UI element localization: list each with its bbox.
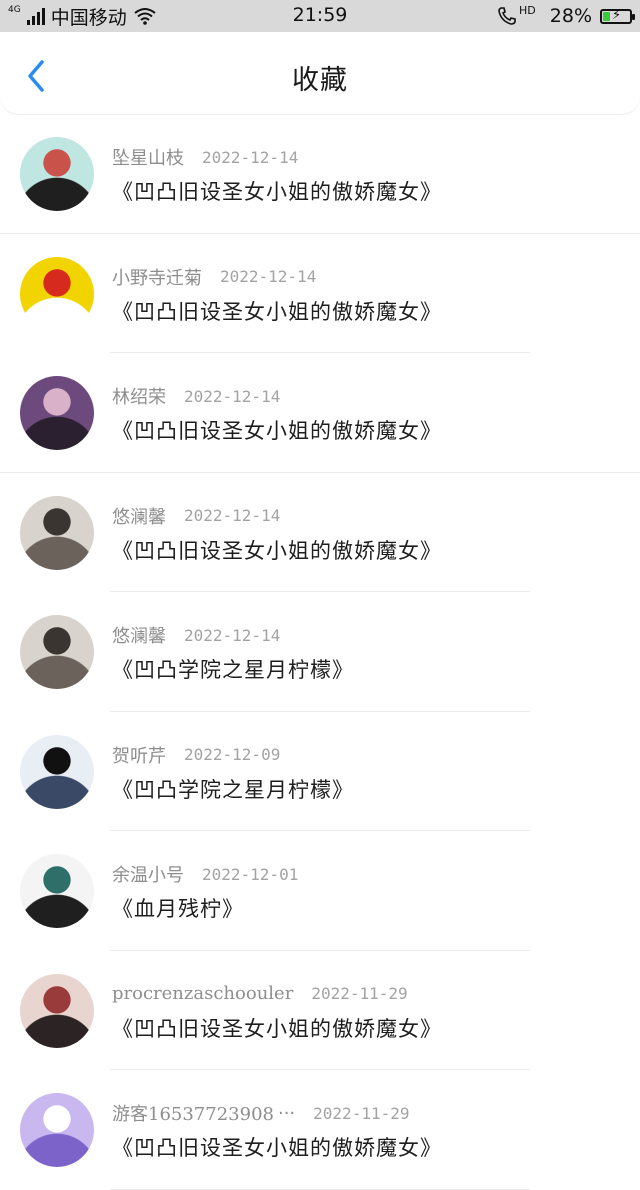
battery-fill <box>603 11 610 21</box>
author-name[interactable]: procrenzaschoouler <box>112 983 293 1004</box>
charging-icon: ⚡ <box>612 7 622 23</box>
favorite-row[interactable]: 坠星山枝 2022-12-14 《凹凸旧设圣女小姐的傲娇魔女》 <box>0 114 640 234</box>
work-title[interactable]: 《凹凸学院之星月柠檬》 <box>112 774 354 804</box>
favorite-meta: 贺听芹 2022-12-09 <box>112 742 280 768</box>
favorite-row[interactable]: 余温小号 2022-12-01 《血月残柠》 <box>0 831 640 951</box>
work-title[interactable]: 《凹凸旧设圣女小姐的傲娇魔女》 <box>112 1132 442 1162</box>
hooded-figure-avatar[interactable] <box>20 615 94 689</box>
favorite-meta: 悠澜馨 2022-12-14 <box>112 622 280 648</box>
author-name[interactable]: 坠星山枝 <box>112 144 184 170</box>
favorite-row[interactable]: 林绍荣 2022-12-14 《凹凸旧设圣女小姐的傲娇魔女》 <box>0 353 640 473</box>
favorite-date: 2022-11-29 <box>311 984 408 1003</box>
favorite-row[interactable]: 悠澜馨 2022-12-14 《凹凸旧设圣女小姐的傲娇魔女》 <box>0 473 640 592</box>
dark-hair-boy-avatar[interactable] <box>20 734 94 809</box>
author-ellipsis: ··· <box>277 1102 296 1124</box>
hd-label: HD <box>519 3 536 17</box>
hooded-figure-avatar[interactable] <box>20 495 94 570</box>
cartoon-ghost-avatar[interactable] <box>20 1093 94 1167</box>
author-name[interactable]: 贺听芹 <box>112 742 166 768</box>
favorite-date: 2022-12-09 <box>184 745 281 764</box>
girl-photo-avatar[interactable] <box>20 973 94 1048</box>
author-name[interactable]: 林绍荣 <box>112 383 166 409</box>
page-title: 收藏 <box>292 65 348 96</box>
fu-character-avatar[interactable] <box>20 256 94 331</box>
favorite-row[interactable]: procrenzaschoouler 2022-11-29 《凹凸旧设圣女小姐的傲娇… <box>0 951 640 1070</box>
favorite-date: 2022-12-14 <box>202 147 299 167</box>
anime-girl-standing-avatar[interactable] <box>20 854 94 928</box>
page-header: 收藏 <box>0 32 640 114</box>
favorite-meta: 游客16537723908 ··· 2022-11-29 <box>112 1100 409 1126</box>
purple-villain-avatar[interactable] <box>20 376 94 450</box>
favorite-date: 2022-12-14 <box>184 506 281 525</box>
status-right: HD 28% ⚡ <box>497 3 635 28</box>
favorite-meta: procrenzaschoouler 2022-11-29 <box>112 981 408 1007</box>
favorite-date: 2022-11-29 <box>313 1103 410 1123</box>
work-title[interactable]: 《凹凸旧设圣女小姐的傲娇魔女》 <box>112 415 442 445</box>
phone-icon <box>498 7 516 25</box>
status-bar: 4G 中国移动 21:59 HD 28% ⚡ <box>0 0 640 32</box>
favorite-row[interactable]: 游客16537723908 ··· 2022-11-29 《凹凸旧设圣女小姐的傲娇魔女… <box>0 1070 640 1190</box>
favorite-date: 2022-12-01 <box>202 864 299 884</box>
author-name[interactable]: 余温小号 <box>112 861 184 887</box>
favorite-meta: 悠澜馨 2022-12-14 <box>112 503 280 529</box>
favorites-list: 坠星山枝 2022-12-14 《凹凸旧设圣女小姐的傲娇魔女》 小野寺迁菊 2022-1… <box>0 114 640 1190</box>
favorite-meta: 林绍荣 2022-12-14 <box>112 383 280 409</box>
work-title[interactable]: 《凹凸学院之星月柠檬》 <box>112 654 354 684</box>
favorite-meta: 坠星山枝 2022-12-14 <box>112 144 298 170</box>
favorite-date: 2022-12-14 <box>220 267 317 286</box>
author-name[interactable]: 游客16537723908 <box>112 1100 274 1126</box>
author-name[interactable]: 悠澜馨 <box>112 503 166 529</box>
favorite-meta: 余温小号 2022-12-01 <box>112 861 298 887</box>
author-name[interactable]: 悠澜馨 <box>112 622 166 648</box>
favorite-date: 2022-12-14 <box>184 386 281 406</box>
anime-girl-red-hair-avatar[interactable] <box>20 137 94 211</box>
favorite-row[interactable]: 贺听芹 2022-12-09 《凹凸学院之星月柠檬》 <box>0 712 640 831</box>
work-title[interactable]: 《血月残柠》 <box>112 893 244 923</box>
work-title[interactable]: 《凹凸旧设圣女小姐的傲娇魔女》 <box>112 176 442 206</box>
author-name[interactable]: 小野寺迁菊 <box>112 264 202 290</box>
favorite-row[interactable]: 小野寺迁菊 2022-12-14 《凹凸旧设圣女小姐的傲娇魔女》 <box>0 234 640 353</box>
favorite-row[interactable]: 悠澜馨 2022-12-14 《凹凸学院之星月柠檬》 <box>0 592 640 712</box>
work-title[interactable]: 《凹凸旧设圣女小姐的傲娇魔女》 <box>112 535 442 565</box>
row-divider <box>110 1188 530 1190</box>
battery-percent: 28% <box>549 5 592 27</box>
work-title[interactable]: 《凹凸旧设圣女小姐的傲娇魔女》 <box>112 296 442 326</box>
favorite-date: 2022-12-14 <box>184 625 281 645</box>
work-title[interactable]: 《凹凸旧设圣女小姐的傲娇魔女》 <box>112 1013 442 1043</box>
favorite-meta: 小野寺迁菊 2022-12-14 <box>112 264 316 290</box>
battery-icon: ⚡ <box>600 7 635 24</box>
